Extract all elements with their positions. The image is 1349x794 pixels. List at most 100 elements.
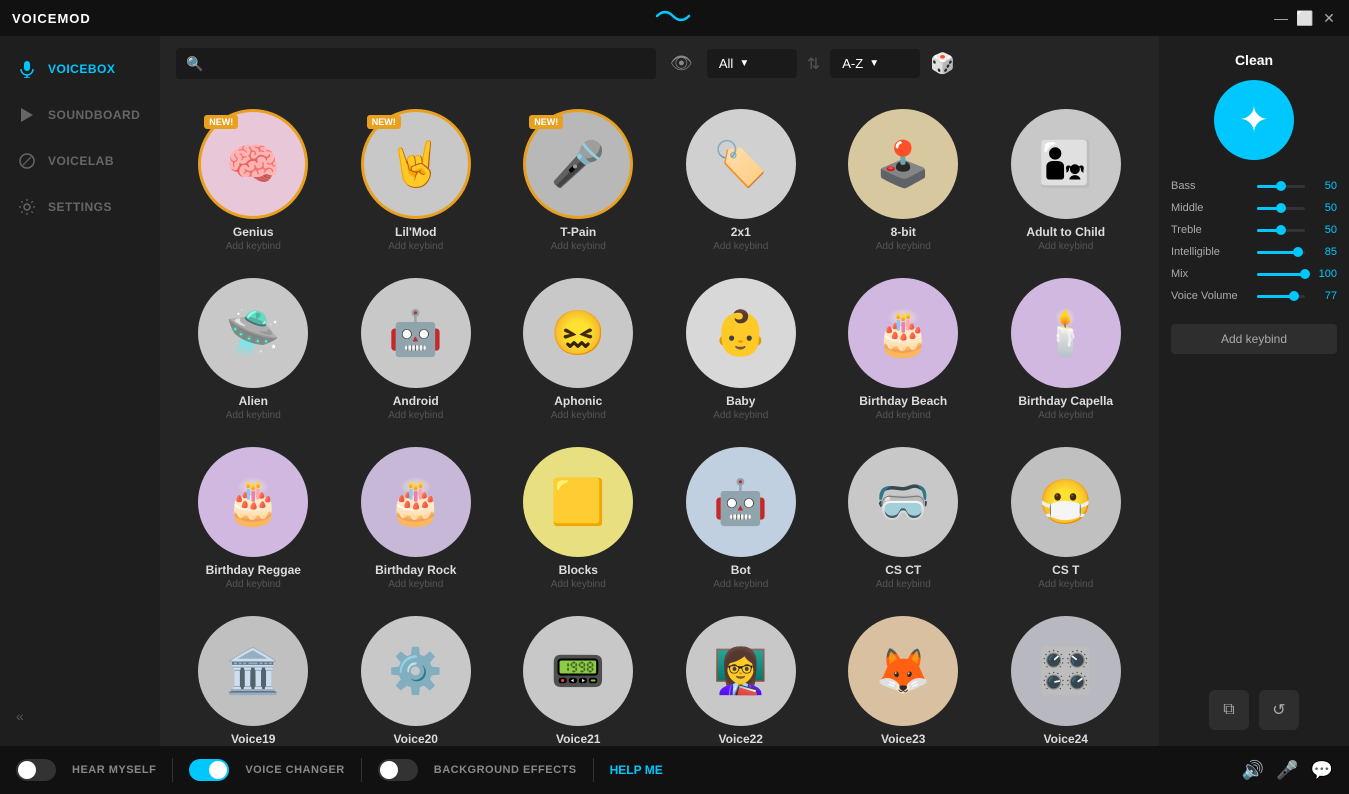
sidebar-item-voicebox[interactable]: VOICEBOX bbox=[0, 46, 160, 92]
voice-name: Birthday Rock bbox=[375, 563, 456, 577]
slider-row: Voice Volume 77 bbox=[1171, 290, 1337, 302]
voice-keybind[interactable]: Add keybind bbox=[551, 410, 606, 421]
voice-card[interactable]: 🤖 Bot Add keybind bbox=[664, 437, 819, 598]
minimize-button[interactable]: — bbox=[1273, 10, 1289, 26]
maximize-button[interactable]: ⬜ bbox=[1297, 10, 1313, 26]
voice-card[interactable]: 😖 Aphonic Add keybind bbox=[501, 268, 656, 429]
microphone-bottom-icon[interactable]: 🎤 bbox=[1276, 760, 1298, 781]
search-input[interactable] bbox=[176, 48, 656, 79]
voice-card[interactable]: 🎂 Birthday Reggae Add keybind bbox=[176, 437, 331, 598]
background-effects-label: BACKGROUND EFFECTS bbox=[434, 764, 577, 776]
voice-keybind[interactable]: Add keybind bbox=[551, 579, 606, 590]
voice-card[interactable]: 📟 Voice21 Add keybind bbox=[501, 606, 656, 746]
settings-icon bbox=[16, 196, 38, 218]
slider-track[interactable] bbox=[1257, 185, 1305, 188]
voice-card[interactable]: 🟨 Blocks Add keybind bbox=[501, 437, 656, 598]
voice-card[interactable]: NEW! 🧠 Genius Add keybind bbox=[176, 99, 331, 260]
separator-1 bbox=[172, 758, 173, 782]
sidebar-item-soundboard[interactable]: SOUNDBOARD bbox=[0, 92, 160, 138]
voice-name: Voice20 bbox=[394, 732, 438, 746]
chat-icon[interactable]: 💬 bbox=[1311, 760, 1333, 781]
voice-grid: NEW! 🧠 Genius Add keybind NEW! 🤘 Lil'Mod… bbox=[176, 99, 1143, 746]
sidebar-item-voicelab[interactable]: VOICELAB bbox=[0, 138, 160, 184]
voice-card[interactable]: 👨‍👧 Adult to Child Add keybind bbox=[989, 99, 1144, 260]
voice-card[interactable]: 🥽 CS CT Add keybind bbox=[826, 437, 981, 598]
voice-card[interactable]: 🕯️ Birthday Capella Add keybind bbox=[989, 268, 1144, 429]
voice-card[interactable]: 🏷️ 2x1 Add keybind bbox=[664, 99, 819, 260]
voice-keybind[interactable]: Add keybind bbox=[226, 241, 281, 252]
new-badge: NEW! bbox=[204, 115, 238, 129]
voice-keybind[interactable]: Add keybind bbox=[713, 410, 768, 421]
voice-card[interactable]: 🎂 Birthday Beach Add keybind bbox=[826, 268, 981, 429]
visibility-toggle-button[interactable]: 👁 bbox=[666, 49, 697, 78]
slider-track[interactable] bbox=[1257, 251, 1305, 254]
voice-keybind[interactable]: Add keybind bbox=[388, 579, 443, 590]
slider-track[interactable] bbox=[1257, 207, 1305, 210]
sidebar-label-settings: SETTINGS bbox=[48, 200, 112, 214]
voice-emoji: 🤖 bbox=[713, 476, 768, 528]
sort-chevron-icon: ▼ bbox=[869, 58, 879, 69]
sidebar-item-settings[interactable]: SETTINGS bbox=[0, 184, 160, 230]
voice-card[interactable]: 👩‍🏫 Voice22 Add keybind bbox=[664, 606, 819, 746]
voice-keybind[interactable]: Add keybind bbox=[388, 241, 443, 252]
voice-card[interactable]: 🛸 Alien Add keybind bbox=[176, 268, 331, 429]
voice-keybind[interactable]: Add keybind bbox=[876, 410, 931, 421]
slider-track[interactable] bbox=[1257, 229, 1305, 232]
voice-keybind[interactable]: Add keybind bbox=[226, 410, 281, 421]
voice-changer-label: VOICE CHANGER bbox=[245, 764, 344, 776]
voice-avatar: 🥽 bbox=[848, 447, 958, 557]
voice-keybind[interactable]: Add keybind bbox=[713, 579, 768, 590]
sort-dropdown[interactable]: A-Z ▼ bbox=[830, 49, 920, 78]
voice-changer-toggle[interactable] bbox=[189, 759, 229, 781]
filter-dropdown[interactable]: All ▼ bbox=[707, 49, 797, 78]
voice-card[interactable]: NEW! 🎤 T-Pain Add keybind bbox=[501, 99, 656, 260]
voice-card[interactable]: 🦊 Voice23 Add keybind bbox=[826, 606, 981, 746]
voice-card[interactable]: 🏛️ Voice19 Add keybind bbox=[176, 606, 331, 746]
voice-card[interactable]: 🤖 Android Add keybind bbox=[339, 268, 494, 429]
close-button[interactable]: ✕ bbox=[1321, 10, 1337, 26]
voice-avatar: 🏷️ bbox=[686, 109, 796, 219]
random-button[interactable]: 🎲 bbox=[930, 51, 955, 76]
voice-card[interactable]: 🕹️ 8-bit Add keybind bbox=[826, 99, 981, 260]
right-panel-actions: ⧉ ↺ bbox=[1209, 690, 1299, 730]
voice-card[interactable]: 🎛️ Voice24 Add keybind bbox=[989, 606, 1144, 746]
voice-keybind[interactable]: Add keybind bbox=[388, 410, 443, 421]
voice-name: Android bbox=[393, 394, 439, 408]
voice-card[interactable]: 👶 Baby Add keybind bbox=[664, 268, 819, 429]
voice-card[interactable]: 😷 CS T Add keybind bbox=[989, 437, 1144, 598]
hear-myself-toggle[interactable] bbox=[16, 759, 56, 781]
add-keybind-button[interactable]: Add keybind bbox=[1171, 324, 1337, 354]
slider-track[interactable] bbox=[1257, 273, 1305, 276]
background-effects-toggle[interactable] bbox=[378, 759, 418, 781]
titlebar: VOICEMOD — ⬜ ✕ bbox=[0, 0, 1349, 36]
voice-emoji: 🤘 bbox=[388, 138, 443, 190]
voice-card[interactable]: ⚙️ Voice20 Add keybind bbox=[339, 606, 494, 746]
volume-icon[interactable]: 🔊 bbox=[1242, 760, 1264, 781]
reset-button[interactable]: ↺ bbox=[1259, 690, 1299, 730]
slider-track[interactable] bbox=[1257, 295, 1305, 298]
voice-emoji: 👨‍👧 bbox=[1038, 138, 1093, 190]
voice-keybind[interactable]: Add keybind bbox=[551, 241, 606, 252]
voice-keybind[interactable]: Add keybind bbox=[876, 579, 931, 590]
voice-card[interactable]: 🎂 Birthday Rock Add keybind bbox=[339, 437, 494, 598]
copy-button[interactable]: ⧉ bbox=[1209, 690, 1249, 730]
main-layout: VOICEBOX SOUNDBOARD VOICELAB bbox=[0, 36, 1349, 746]
voice-avatar: 🛸 bbox=[198, 278, 308, 388]
help-button[interactable]: HELP ME bbox=[610, 763, 663, 777]
voice-keybind[interactable]: Add keybind bbox=[1038, 410, 1093, 421]
voice-keybind[interactable]: Add keybind bbox=[876, 241, 931, 252]
sidebar-collapse-button[interactable]: « bbox=[0, 696, 160, 736]
voice-emoji: 📟 bbox=[551, 645, 606, 697]
voice-grid-wrapper[interactable]: NEW! 🧠 Genius Add keybind NEW! 🤘 Lil'Mod… bbox=[160, 91, 1159, 746]
voice-emoji: 🕯️ bbox=[1038, 307, 1093, 359]
voice-keybind[interactable]: Add keybind bbox=[1038, 579, 1093, 590]
voice-card[interactable]: NEW! 🤘 Lil'Mod Add keybind bbox=[339, 99, 494, 260]
voice-keybind[interactable]: Add keybind bbox=[226, 579, 281, 590]
voice-keybind[interactable]: Add keybind bbox=[1038, 241, 1093, 252]
voice-emoji: 🎂 bbox=[876, 307, 931, 359]
slider-fill bbox=[1257, 273, 1305, 276]
voice-emoji: 😷 bbox=[1038, 476, 1093, 528]
voice-keybind[interactable]: Add keybind bbox=[713, 241, 768, 252]
voice-emoji: 🥽 bbox=[876, 476, 931, 528]
slider-row: Bass 50 bbox=[1171, 180, 1337, 192]
